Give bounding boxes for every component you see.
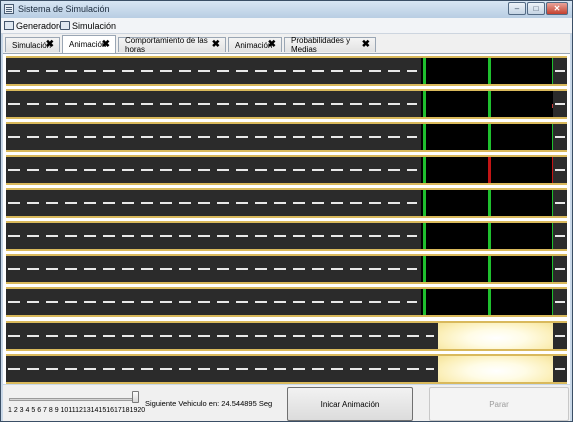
traffic-signal-green [423, 223, 426, 249]
maximize-button[interactable]: □ [527, 2, 545, 15]
road-continuation [553, 157, 567, 183]
close-tab-icon[interactable]: ✖ [46, 40, 54, 50]
traffic-signal-green [488, 256, 491, 282]
intersection-area [421, 157, 553, 183]
lane-markings [8, 268, 417, 270]
tab-animacion-2[interactable]: Animación ✖ [228, 37, 282, 52]
traffic-signal-green [488, 223, 491, 249]
close-tab-icon[interactable]: ✖ [102, 40, 110, 50]
lane-5 [6, 188, 567, 218]
intersection-area [421, 124, 553, 150]
lane-markings [8, 169, 417, 171]
traffic-signal-green [423, 256, 426, 282]
traffic-signal-green [423, 289, 426, 315]
lane-markings [8, 368, 434, 370]
menu-generadores[interactable]: Generadores [4, 20, 69, 31]
tab-probabilidades[interactable]: Probabilidades y Medias ✖ [284, 36, 376, 54]
menu-bar: Generadores Simulación [1, 18, 572, 34]
close-button[interactable]: ✕ [546, 2, 568, 15]
next-vehicle-label: Siguiente Vehiculo en: 24.544895 Seg [145, 399, 273, 408]
tab-label: Comportamiento de las horas [125, 36, 208, 54]
road-continuation [553, 58, 567, 84]
window-title: Sistema de Simulación [18, 4, 110, 14]
lane-6 [6, 221, 567, 251]
traffic-signal-green [488, 91, 491, 117]
lane-8 [6, 287, 567, 317]
close-tab-icon[interactable]: ✖ [268, 40, 276, 50]
intersection-area [421, 190, 553, 216]
highlight-glow [438, 356, 555, 382]
menu-simulacion-label: Simulación [72, 20, 117, 31]
traffic-signal-green [488, 190, 491, 216]
title-bar[interactable]: Sistema de Simulación – □ ✕ [1, 1, 572, 18]
speed-slider[interactable] [9, 398, 139, 401]
road-continuation [553, 323, 567, 349]
traffic-signal-green [488, 289, 491, 315]
road-continuation [553, 91, 567, 117]
main-window: Sistema de Simulación – □ ✕ Generadores … [0, 0, 573, 422]
menu-simulacion[interactable]: Simulación [60, 20, 116, 31]
table-icon [4, 21, 14, 30]
intersection-area [421, 256, 553, 282]
lane-markings [8, 235, 417, 237]
close-tab-icon[interactable]: ✖ [362, 40, 370, 50]
app-icon [4, 4, 14, 14]
road-continuation [553, 223, 567, 249]
lane-markings [8, 103, 417, 105]
road-continuation [553, 289, 567, 315]
road-continuation [553, 190, 567, 216]
lane-10 [6, 354, 567, 384]
tab-animacion[interactable]: Animación ✖ [62, 35, 116, 53]
intersection-area [421, 58, 553, 84]
stop-button[interactable]: Parar [429, 387, 569, 421]
lane-3 [6, 122, 567, 152]
monitor-icon [60, 21, 70, 30]
traffic-signal-green [488, 58, 491, 84]
traffic-signal-red [488, 157, 491, 183]
traffic-signal-green [423, 157, 426, 183]
intersection-area [421, 223, 553, 249]
highlight-glow [438, 323, 555, 349]
lane-markings [8, 136, 417, 138]
tab-bar: Simulación ✖ Animación ✖ Comportamiento … [3, 34, 570, 54]
animation-canvas [3, 54, 570, 384]
traffic-signal-green [423, 91, 426, 117]
lane-markings [8, 301, 417, 303]
intersection-area [421, 91, 553, 117]
lane-4 [6, 155, 567, 185]
road-continuation [553, 356, 567, 382]
control-panel: 1 2 3 4 5 6 7 8 9 1011121314151617181920… [3, 385, 570, 421]
tab-comportamiento[interactable]: Comportamiento de las horas ✖ [118, 36, 226, 54]
tab-simulacion[interactable]: Simulación ✖ [5, 37, 60, 52]
slider-thumb[interactable] [132, 391, 139, 403]
traffic-signal-green [423, 124, 426, 150]
start-animation-button[interactable]: Inicar Animación [287, 387, 413, 421]
traffic-signal-green [488, 124, 491, 150]
close-tab-icon[interactable]: ✖ [212, 40, 220, 50]
lane-7 [6, 254, 567, 284]
lane-markings [8, 70, 417, 72]
traffic-signal-green [423, 58, 426, 84]
lane-9 [6, 321, 567, 351]
lane-markings [8, 202, 417, 204]
minimize-button[interactable]: – [508, 2, 526, 15]
lane-markings [8, 335, 434, 337]
intersection-area [421, 289, 553, 315]
traffic-signal-green [423, 190, 426, 216]
lane-1 [6, 56, 567, 86]
road-continuation [553, 256, 567, 282]
lane-2 [6, 89, 567, 119]
slider-tick-labels: 1 2 3 4 5 6 7 8 9 1011121314151617181920 [8, 407, 146, 414]
road-continuation [553, 124, 567, 150]
